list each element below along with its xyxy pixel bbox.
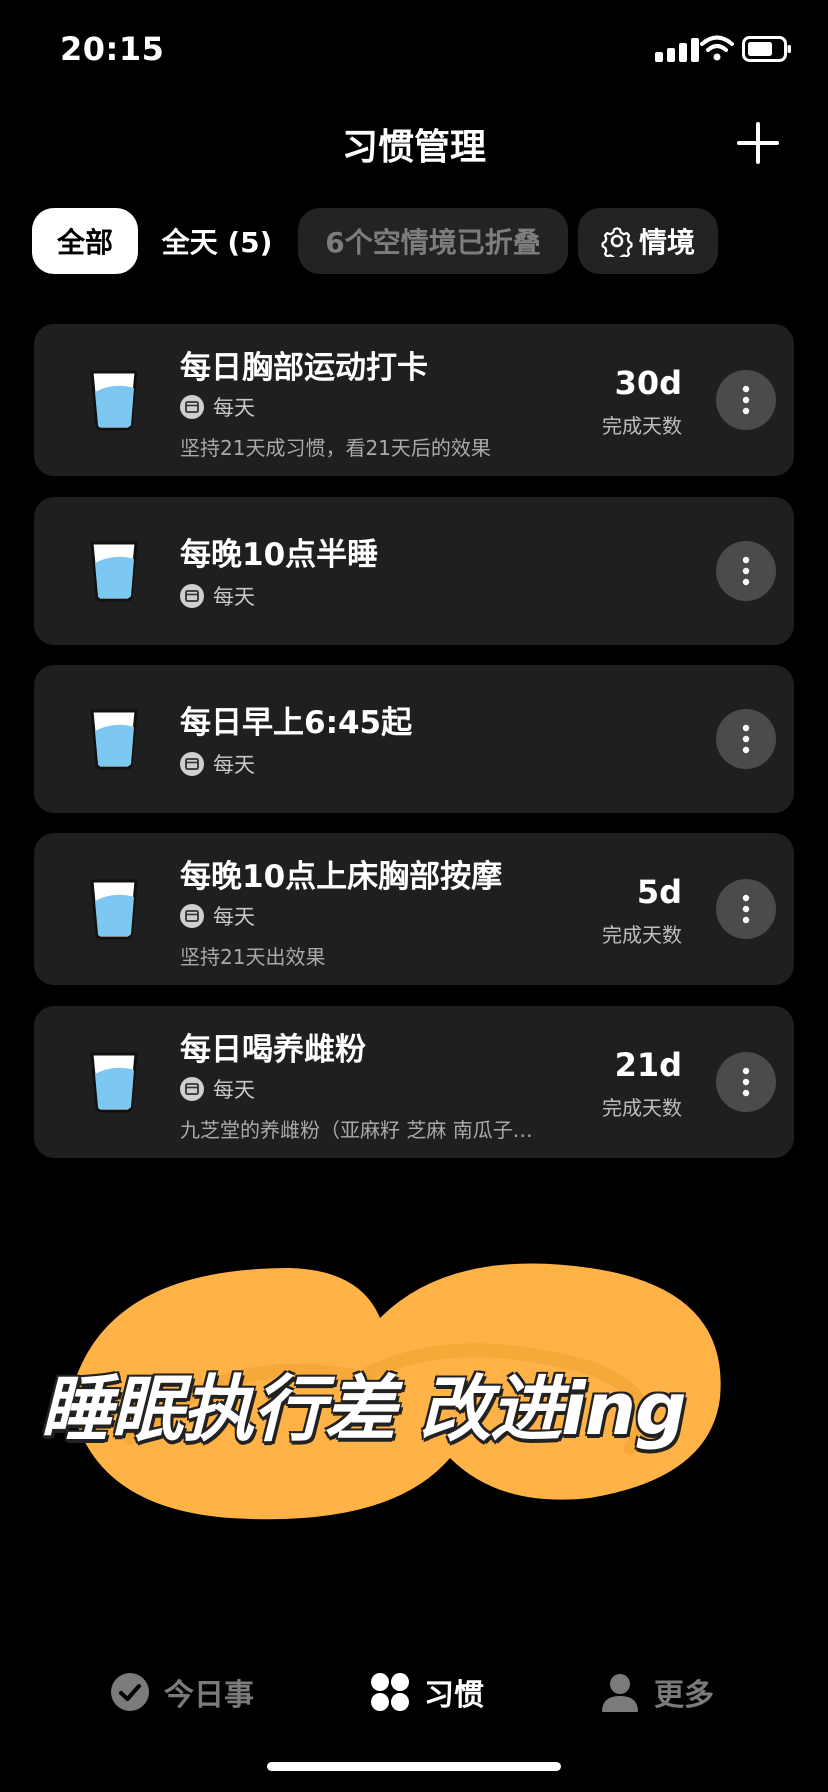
tab-all[interactable]: 全部: [32, 208, 138, 274]
more-vertical-icon: [742, 556, 750, 586]
habit-title: 每日早上6:45起: [180, 705, 413, 741]
habit-card[interactable]: 每日早上6:45起 每天: [34, 665, 794, 813]
tab-context-settings[interactable]: 情境: [578, 208, 718, 274]
tab-all-day[interactable]: 全天 (5): [150, 208, 284, 274]
habit-note: 坚持21天成习惯，看21天后的效果: [180, 436, 491, 460]
habit-frequency: 每天: [180, 901, 255, 931]
signal-icon: [655, 38, 699, 62]
more-options-button[interactable]: [716, 541, 776, 601]
habit-card[interactable]: 每晚10点半睡 每天: [34, 497, 794, 645]
completed-days-label: 完成天数: [602, 923, 682, 947]
user-icon: [602, 1674, 638, 1712]
habit-note: 九芝堂的养雌粉（亚麻籽 芝麻 南瓜子…: [180, 1118, 533, 1142]
habit-title: 每日喝养雌粉: [180, 1032, 366, 1068]
calendar-icon: [180, 1077, 204, 1101]
more-options-button[interactable]: [716, 1052, 776, 1112]
more-vertical-icon: [742, 385, 750, 415]
status-bar: 20:15: [0, 0, 828, 100]
page-title: 习惯管理: [341, 127, 486, 168]
battery-icon: [742, 36, 791, 62]
more-options-button[interactable]: [716, 370, 776, 430]
nav-more[interactable]: 更多: [600, 1670, 714, 1714]
calendar-icon: [180, 584, 204, 608]
more-vertical-icon: [742, 894, 750, 924]
habit-title: 每晚10点半睡: [180, 537, 379, 573]
completed-days-value: 5d: [636, 873, 682, 911]
habit-frequency-label: 每天: [213, 905, 255, 929]
habit-frequency: 每天: [180, 1074, 255, 1104]
nav-habits[interactable]: 习惯: [370, 1670, 484, 1714]
water-cup-icon: [90, 709, 138, 770]
habit-note: 坚持21天出效果: [180, 945, 326, 969]
completed-days-label: 完成天数: [602, 414, 682, 438]
completed-days-value: 21d: [614, 1046, 682, 1084]
habit-title: 每日胸部运动打卡: [180, 350, 428, 386]
status-time: 20:15: [60, 30, 165, 68]
completed-days-value: 30d: [614, 364, 682, 402]
habit-frequency-label: 每天: [213, 753, 255, 777]
gear-icon: [601, 227, 633, 257]
habit-card[interactable]: 每晚10点上床胸部按摩 每天 坚持21天出效果 5d 完成天数: [34, 833, 794, 985]
more-options-button[interactable]: [716, 879, 776, 939]
habit-frequency: 每天: [180, 581, 255, 611]
completed-days-label: 完成天数: [602, 1096, 682, 1120]
home-indicator[interactable]: [267, 1762, 561, 1771]
habit-frequency: 每天: [180, 749, 255, 779]
calendar-icon: [180, 752, 204, 776]
nav-today[interactable]: 今日事: [110, 1670, 254, 1714]
banner-text: 睡眠执行差 改进ing: [40, 1367, 687, 1451]
nav-habits-label: 习惯: [424, 1678, 484, 1713]
more-options-button[interactable]: [716, 709, 776, 769]
four-dots-grid-icon: [371, 1673, 409, 1711]
water-cup-icon: [90, 879, 138, 940]
habit-frequency: 每天: [180, 392, 255, 422]
water-cup-icon: [90, 370, 138, 431]
check-circle-icon: [111, 1673, 149, 1711]
add-habit-button[interactable]: [735, 120, 781, 166]
water-cup-icon: [90, 541, 138, 602]
habit-frequency-label: 每天: [213, 396, 255, 420]
wifi-icon: [700, 35, 734, 61]
nav-today-label: 今日事: [164, 1678, 254, 1713]
calendar-icon: [180, 904, 204, 928]
tab-folded-contexts[interactable]: 6个空情境已折叠: [298, 208, 568, 274]
more-vertical-icon: [742, 1067, 750, 1097]
bottom-nav: 今日事 习惯 更多: [0, 1640, 828, 1750]
tab-context-label: 情境: [638, 226, 695, 259]
habit-frequency-label: 每天: [213, 585, 255, 609]
habit-frequency-label: 每天: [213, 1078, 255, 1102]
habit-card[interactable]: 每日喝养雌粉 每天 九芝堂的养雌粉（亚麻籽 芝麻 南瓜子… 21d 完成天数: [34, 1006, 794, 1158]
water-cup-icon: [90, 1052, 138, 1113]
habit-card[interactable]: 每日胸部运动打卡 每天 坚持21天成习惯，看21天后的效果 30d 完成天数: [34, 324, 794, 476]
more-vertical-icon: [742, 724, 750, 754]
calendar-icon: [180, 395, 204, 419]
nav-more-label: 更多: [654, 1678, 714, 1713]
habit-title: 每晚10点上床胸部按摩: [180, 859, 503, 895]
